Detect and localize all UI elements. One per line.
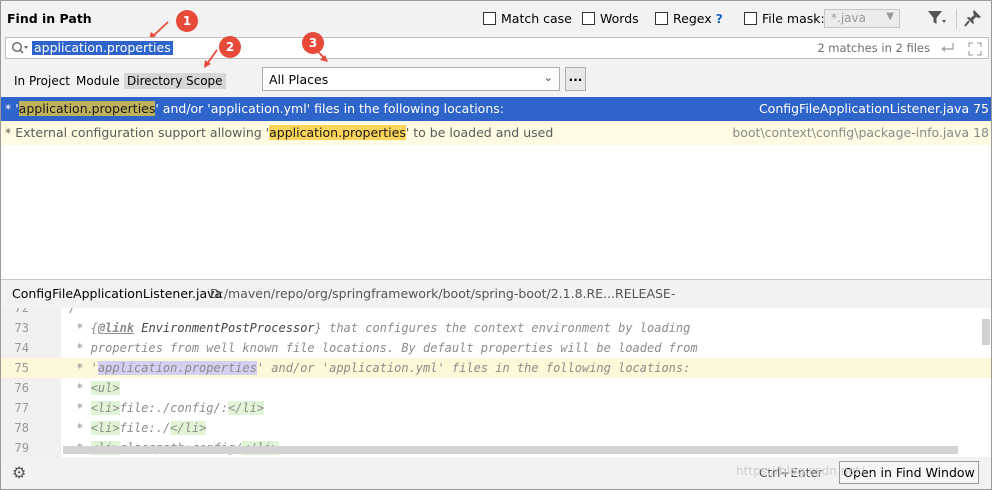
pin-icon[interactable] xyxy=(964,9,982,30)
regex-checkbox[interactable]: Regex ? xyxy=(655,11,723,26)
code-text: * 'application.properties' and/or 'appli… xyxy=(69,361,691,375)
search-input[interactable]: application.properties 2 matches in 2 fi… xyxy=(5,37,989,59)
code-line[interactable]: 75 * 'application.properties' and/or 'ap… xyxy=(1,358,991,378)
tab-directory[interactable]: Directory xyxy=(124,73,186,89)
code-preview[interactable]: 72 / 73 * {@link EnvironmentPostProcessor}… xyxy=(1,308,991,457)
file-mask-value: *.java xyxy=(831,11,866,25)
tab-in-project[interactable]: In Project xyxy=(11,73,73,89)
code-line[interactable]: 73 * {@link EnvironmentPostProcessor} th… xyxy=(1,318,991,338)
match-case-box[interactable] xyxy=(483,12,496,25)
preview-file-name: ConfigFileApplicationListener.java xyxy=(12,286,223,301)
result-row[interactable]: * External configuration support allowin… xyxy=(1,121,991,145)
line-number: 73 xyxy=(14,321,29,335)
code-text: * <li>file:./</li> xyxy=(69,421,207,435)
results-list: * 'application.properties' and/or 'appli… xyxy=(1,97,991,279)
regex-help-icon[interactable]: ? xyxy=(716,11,723,26)
result-row[interactable]: * 'application.properties' and/or 'appli… xyxy=(1,97,991,121)
result-match: application.properties xyxy=(18,101,156,116)
words-box[interactable] xyxy=(582,12,595,25)
toolbar-separator xyxy=(956,9,957,29)
filter-icon[interactable] xyxy=(927,9,947,30)
match-case-label: Match case xyxy=(501,11,572,26)
chevron-down-icon[interactable]: ⌄ xyxy=(544,71,553,84)
match-count: 2 matches in 2 files xyxy=(817,41,930,55)
tab-module[interactable]: Module xyxy=(73,73,123,89)
result-match: application.properties xyxy=(269,125,406,140)
words-checkbox[interactable]: Words xyxy=(582,11,639,26)
gear-icon[interactable]: ⚙ xyxy=(12,463,26,482)
line-number: 72 xyxy=(14,308,29,315)
new-line-icon[interactable] xyxy=(940,42,956,57)
result-file: ConfigFileApplicationListener.java 75 xyxy=(758,101,989,116)
result-text: * 'application.properties' and/or 'appli… xyxy=(5,101,504,116)
expand-icon[interactable] xyxy=(968,42,982,59)
horizontal-scrollbar[interactable] xyxy=(63,446,958,454)
find-in-path-dialog: Find in Path Match case Words Regex ? Fi… xyxy=(0,0,992,490)
code-text: * <li>file:./config/:</li> xyxy=(69,401,265,415)
match-case-checkbox[interactable]: Match case xyxy=(483,11,572,26)
file-mask-checkbox[interactable]: File mask: xyxy=(744,11,825,26)
code-text: * {@link EnvironmentPostProcessor} that … xyxy=(69,321,691,335)
file-mask-input[interactable]: *.java ▼ xyxy=(824,9,900,28)
line-number: 76 xyxy=(14,381,29,395)
line-number: 78 xyxy=(14,421,29,435)
code-line[interactable]: 76 * <ul> xyxy=(1,378,991,398)
watermark: https://blog.csdn.net/... xyxy=(736,464,876,478)
code-line[interactable]: 77 * <li>file:./config/:</li> xyxy=(1,398,991,418)
chevron-down-icon[interactable]: ▼ xyxy=(886,11,894,22)
search-query-text[interactable]: application.properties xyxy=(32,41,173,55)
code-line[interactable]: 74 * properties from well known file loc… xyxy=(1,338,991,358)
vertical-scrollbar[interactable] xyxy=(982,319,990,345)
code-line[interactable]: 72 / xyxy=(1,308,991,318)
regex-label: Regex xyxy=(673,11,712,26)
scope-more-button[interactable]: ... xyxy=(565,67,586,91)
regex-box[interactable] xyxy=(655,12,668,25)
scope-dropdown[interactable]: All Places ⌄ xyxy=(262,67,560,91)
words-label: Words xyxy=(600,11,639,26)
code-text: / xyxy=(69,308,77,315)
line-number: 74 xyxy=(14,341,29,355)
line-number: 77 xyxy=(14,401,29,415)
code-line[interactable]: 78 * <li>file:./</li> xyxy=(1,418,991,438)
code-text: * properties from well known file locati… xyxy=(69,341,698,355)
code-text: * <ul> xyxy=(69,381,120,395)
preview-header: ConfigFileApplicationListener.java D:/ma… xyxy=(1,280,991,329)
line-number: 75 xyxy=(14,361,29,375)
result-text: * External configuration support allowin… xyxy=(5,125,554,140)
file-mask-box[interactable] xyxy=(744,12,757,25)
line-number: 79 xyxy=(14,441,29,455)
result-file: boot\context\config\package-info.java 18 xyxy=(732,125,989,140)
search-icon[interactable] xyxy=(11,41,29,58)
file-mask-label: File mask: xyxy=(762,11,825,26)
